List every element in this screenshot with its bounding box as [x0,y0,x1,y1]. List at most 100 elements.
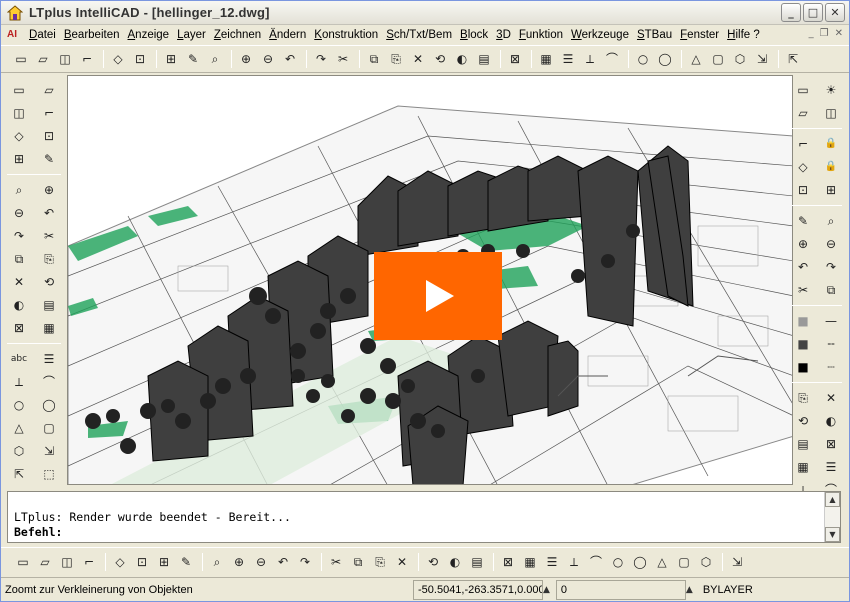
command-prompt[interactable]: Befehl: [14,525,62,539]
circle-button[interactable]: ⌐ [38,104,60,122]
render-button[interactable]: ⊠ [505,49,525,69]
linetype-continuous-button[interactable]: — [820,312,842,330]
menu-block[interactable]: Block [456,25,492,45]
menu-sch-txt-bem[interactable]: Sch/Txt/Bem [382,25,456,45]
view-top-button[interactable]: ◇ [110,552,130,572]
mdi-close-icon[interactable]: ✕ [835,28,843,39]
ellipse-button[interactable]: ⊡ [38,127,60,145]
layer-copy-button[interactable]: ✎ [792,212,814,230]
box-button[interactable]: ⊠ [498,552,518,572]
snap-quadrant-button[interactable]: ▤ [792,435,814,453]
ucs-x-button[interactable]: ◐ [445,552,465,572]
menu-fenster[interactable]: Fenster [676,25,723,45]
menu-layer[interactable]: Layer [173,25,210,45]
new-button[interactable]: ▭ [11,49,31,69]
undo-button[interactable]: ↷ [311,49,331,69]
ucs-origin-button[interactable]: ↷ [295,552,315,572]
text-button[interactable]: ○ [633,49,653,69]
snap-midpoint-button[interactable]: ✕ [820,389,842,407]
paste-button[interactable]: ⌕ [205,49,225,69]
layer-freeze-button[interactable]: ◫ [820,104,842,122]
view-button[interactable]: △ [686,49,706,69]
snap-center-button[interactable]: ⟲ [792,412,814,430]
paint-button[interactable]: ▦ [536,49,556,69]
layer-walk-button[interactable]: ⊞ [820,181,842,199]
pyramid-button[interactable]: ◯ [630,552,650,572]
drawing-canvas[interactable] [67,75,793,485]
layer-button[interactable]: ▭ [792,81,814,99]
menu-3d[interactable]: 3D [492,25,515,45]
maximize-button[interactable]: □ [803,3,823,22]
close-button[interactable]: ✕ [825,3,845,22]
coordinate-display[interactable]: -50.5041,-263.3571,0.000 [413,579,543,600]
polyline-button[interactable]: ▱ [38,81,60,99]
insert-block-button[interactable]: ⇲ [38,442,60,460]
open-button[interactable]: ▱ [33,49,53,69]
arc-button[interactable]: ◫ [8,104,30,122]
torus-button[interactable]: ○ [608,552,628,572]
play-button[interactable] [374,252,502,340]
render-fog-button[interactable]: ✕ [392,552,412,572]
command-scrollbar[interactable]: ▲ ▼ [824,492,840,542]
offset-button[interactable]: ✂ [38,227,60,245]
view-left-button[interactable]: ⊞ [154,552,174,572]
extend-button[interactable]: ✕ [8,273,30,291]
mirror-button[interactable]: ↷ [8,227,30,245]
copy-button[interactable]: ✎ [183,49,203,69]
render-scene-button[interactable]: ⌐ [79,552,99,572]
layer-color-button[interactable]: ✂ [792,281,814,299]
zoom-window-button[interactable]: ✕ [408,49,428,69]
attribute-button[interactable]: ○ [8,396,30,414]
menu-funktion[interactable]: Funktion [515,25,567,45]
layer-off-button[interactable]: ◇ [792,158,814,176]
menu-stbau[interactable]: STBau [633,25,676,45]
zoom-all-button[interactable]: ⬡ [730,49,750,69]
spell-button[interactable]: ⟂ [8,373,30,391]
redo-button[interactable]: ✂ [333,49,353,69]
edit-text-button[interactable]: ⌒ [38,373,60,391]
mdi-restore-icon[interactable]: ❐ [820,28,829,39]
dome-button[interactable]: ▢ [674,552,694,572]
match-properties-button[interactable]: ⊖ [258,49,278,69]
layer-state-button[interactable]: ▱ [792,104,814,122]
layer-manager-button[interactable]: ⟂ [580,49,600,69]
menu-datei[interactable]: Datei [25,25,60,45]
explode-button[interactable]: ⊠ [8,319,30,337]
stretch-button[interactable]: ▦ [38,319,60,337]
snap-intersection-button[interactable]: ⊠ [820,435,842,453]
pan-button[interactable]: ⇲ [752,49,772,69]
ucs-view-button[interactable]: ↶ [273,552,293,572]
status-field-2[interactable]: 0 [555,579,686,600]
zoom-previous-button[interactable]: ▤ [474,49,494,69]
mtext-button[interactable]: ☰ [38,350,60,368]
menu-konstruktion[interactable]: Konstruktion [310,25,382,45]
chevron-up-icon[interactable]: ▲ [543,585,550,595]
point-button[interactable]: ◇ [8,127,30,145]
zoom-out-button[interactable]: ⎘ [386,49,406,69]
ucs-object-button[interactable]: ⊖ [251,552,271,572]
save-button[interactable]: ◫ [55,49,75,69]
mesh-button[interactable]: ⬡ [696,552,716,572]
shade-button[interactable]: ⇱ [783,49,803,69]
ucs-3point-button[interactable]: ▤ [467,552,487,572]
snap-endpoint-button[interactable]: ⎘ [792,389,814,407]
sphere-button[interactable]: ⌒ [586,552,606,572]
layer-delete-button[interactable]: ⊕ [792,235,814,253]
insert-button[interactable]: ↶ [280,49,300,69]
layer-prev-button[interactable]: ↶ [792,258,814,276]
print-preview-button[interactable]: ⊡ [130,49,150,69]
field-button[interactable]: ◯ [38,396,60,414]
render-background-button[interactable]: ⎘ [370,552,390,572]
3d-orbit-button[interactable]: ▭ [13,552,33,572]
ucs-world-button[interactable]: ⊕ [229,552,249,572]
layer-merge-button[interactable]: ⌕ [820,212,842,230]
ucs-z-button[interactable]: ⟲ [423,552,443,572]
chevron-up-icon[interactable]: ▲ [686,585,693,595]
cone-button[interactable]: ☰ [542,552,562,572]
layer-unlock-button[interactable]: 🔒 [820,158,842,176]
view-bottom-button[interactable]: ⊡ [132,552,152,572]
dish-button[interactable]: △ [652,552,672,572]
layer-match-button[interactable]: ⊖ [820,235,842,253]
snap-insertion-button[interactable]: ▦ [792,458,814,476]
3d-view-button[interactable]: ▱ [35,552,55,572]
